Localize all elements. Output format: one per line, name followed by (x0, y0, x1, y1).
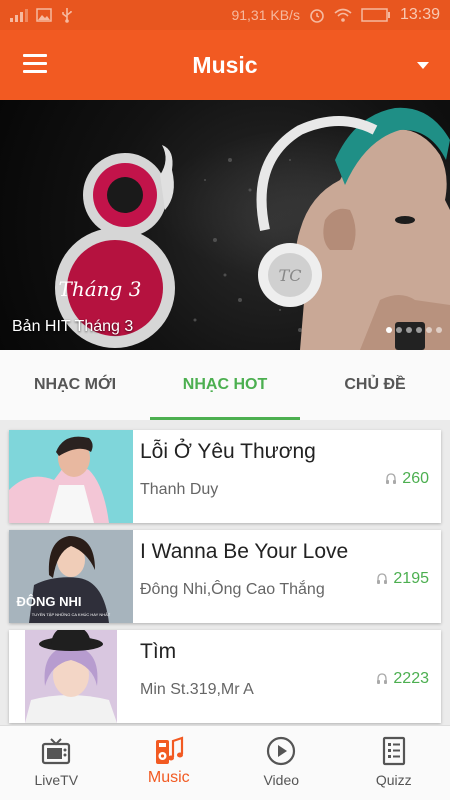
nav-livetv[interactable]: LiveTV (0, 726, 113, 800)
category-tabs: NHẠC MỚI NHẠC HOT CHỦ ĐỀ (0, 350, 450, 420)
nav-label: Quizz (375, 772, 412, 788)
play-count: 2195 (376, 570, 429, 588)
network-speed: 91,31 KB/s (231, 7, 300, 23)
dropdown-button[interactable] (410, 52, 436, 78)
page-title: Music (192, 51, 258, 78)
nav-quizz[interactable]: Quizz (338, 726, 450, 800)
nav-label: Music (147, 769, 190, 786)
song-thumbnail (9, 630, 133, 723)
cover-subtext: TUYỂN TẬP NHỮNG CA KHÚC HAY NHẤT (32, 612, 111, 617)
carousel-dot[interactable] (436, 327, 442, 333)
song-thumbnail (9, 430, 133, 523)
headphones-icon (386, 473, 397, 484)
music-device-icon (155, 736, 183, 764)
carousel-dot[interactable] (426, 327, 432, 333)
play-count-value: 2223 (393, 670, 429, 687)
status-bar: 91,31 KB/s 13:39 (0, 0, 450, 30)
battery-icon (361, 8, 390, 22)
play-count: 2223 (376, 670, 429, 688)
banner-carousel[interactable]: TC Tháng 3 Bản HIT Tháng 3 (0, 100, 450, 350)
play-count-value: 260 (402, 470, 429, 487)
play-count-value: 2195 (393, 570, 429, 587)
tv-icon (42, 738, 71, 765)
alarm-icon (310, 9, 324, 23)
carousel-dot[interactable] (416, 327, 422, 333)
usb-icon (62, 8, 72, 23)
banner-artwork: TC Tháng 3 (55, 107, 450, 350)
banner-caption: Bản HIT Tháng 3 (12, 318, 134, 335)
headphones-icon (377, 573, 388, 584)
nav-label: LiveTV (34, 772, 79, 788)
song-thumbnail: ĐÔNG NHI TUYỂN TẬP NHỮNG CA KHÚC HAY NHẤ… (9, 530, 133, 623)
carousel-dot[interactable] (396, 327, 402, 333)
signal-icon (10, 9, 28, 22)
song-list: Lỗi Ở Yêu Thương Thanh Duy 260 ĐÔNG NHI … (0, 420, 450, 725)
play-count: 260 (385, 470, 429, 488)
nav-video[interactable]: Video (225, 726, 338, 800)
song-title: I Wanna Be Your Love (140, 540, 349, 563)
play-circle-icon (267, 736, 296, 766)
song-title: Tìm (140, 640, 177, 663)
headphones-icon (377, 673, 388, 684)
tab-nhac-moi[interactable]: NHẠC MỚI (0, 350, 150, 420)
carousel-dot[interactable] (406, 327, 412, 333)
tab-chu-de[interactable]: CHỦ ĐỀ (300, 350, 450, 420)
banner-art-text: Tháng 3 (59, 277, 142, 301)
song-item[interactable]: ĐÔNG NHI TUYỂN TẬP NHỮNG CA KHÚC HAY NHẤ… (9, 530, 441, 623)
carousel-dot[interactable] (386, 327, 392, 333)
song-item[interactable]: Tìm Min St.319,Mr A 2223 (9, 630, 441, 723)
menu-button[interactable] (18, 52, 52, 78)
image-icon (36, 8, 52, 22)
song-title: Lỗi Ở Yêu Thương (140, 440, 316, 463)
song-item[interactable]: Lỗi Ở Yêu Thương Thanh Duy 260 (9, 430, 441, 523)
tab-nhac-hot[interactable]: NHẠC HOT (150, 350, 300, 420)
carousel-dots (386, 327, 442, 333)
cover-text: ĐÔNG NHI (17, 594, 82, 609)
nav-music[interactable]: Music (113, 726, 226, 800)
wifi-icon (334, 8, 352, 22)
app-bar: Music (0, 30, 450, 100)
bottom-navigation: LiveTV Music Video Quizz (0, 725, 450, 800)
headphone-logo: TC (279, 266, 302, 285)
clock: 13:39 (399, 6, 440, 23)
quiz-list-icon (382, 736, 405, 766)
nav-label: Video (263, 772, 300, 788)
